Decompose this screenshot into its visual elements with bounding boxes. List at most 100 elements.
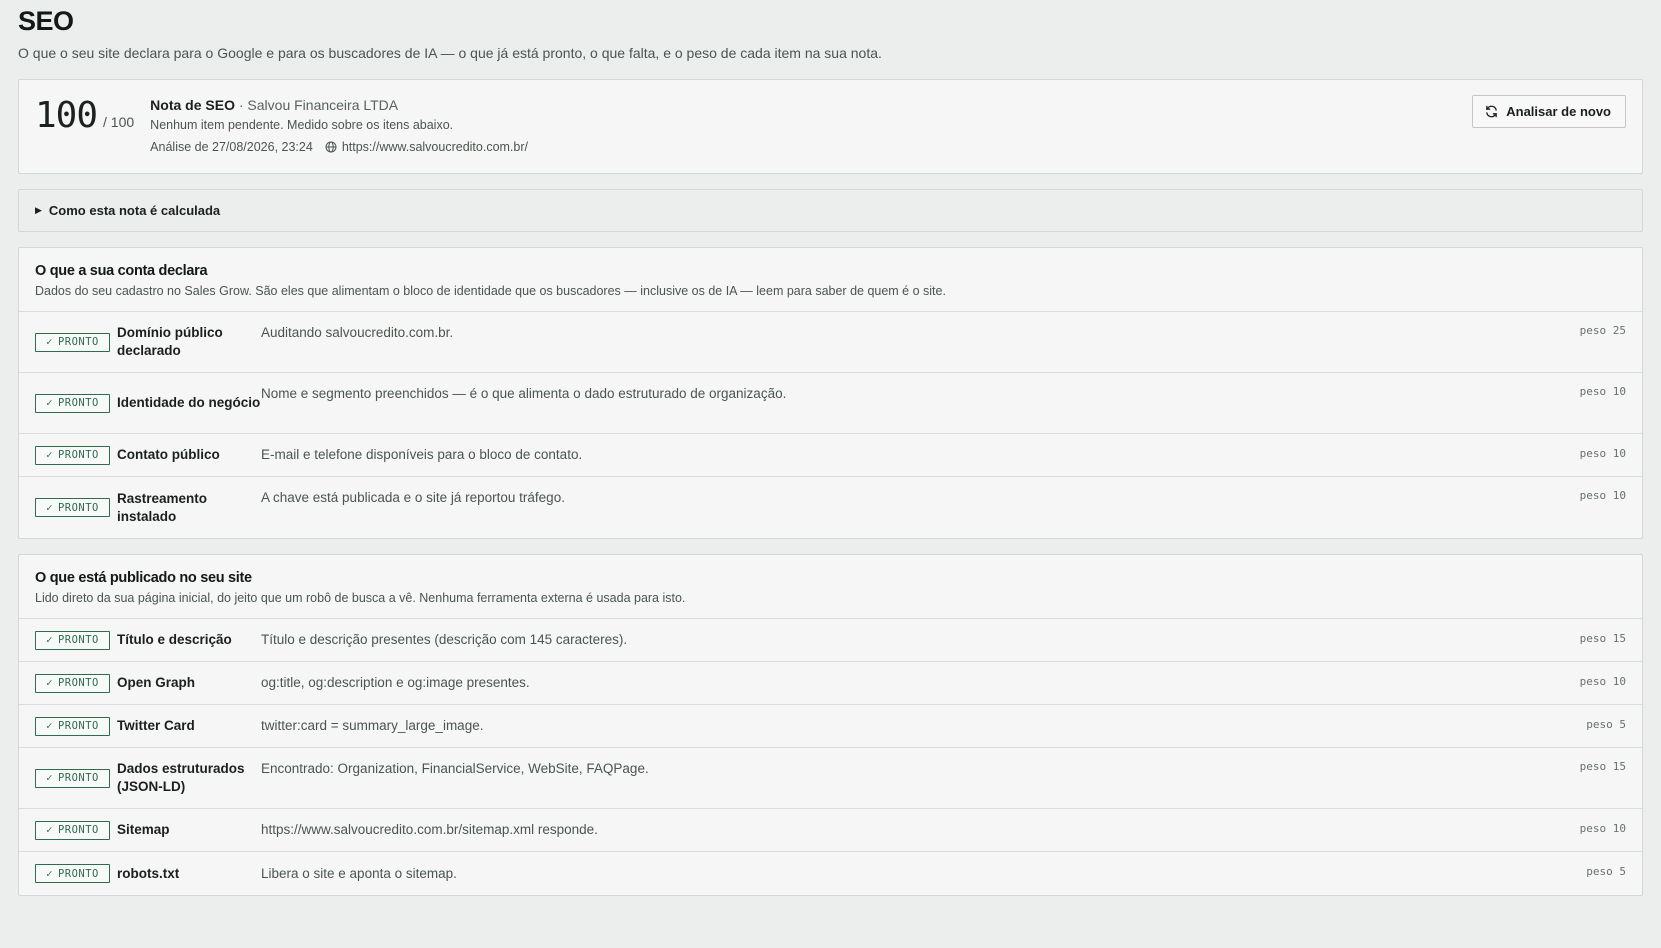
item-description: og:title, og:description e og:image pres…	[261, 675, 530, 690]
section-description: Dados do seu cadastro no Sales Grow. São…	[35, 284, 946, 298]
section-site: O que está publicado no seu site Lido di…	[18, 554, 1643, 896]
check-icon: ✓	[46, 720, 53, 732]
item-label: Identidade do negócio	[117, 395, 261, 410]
status-label: PRONTO	[57, 449, 99, 461]
status-badge: ✓ PRONTO	[35, 445, 110, 465]
check-icon: ✓	[46, 501, 53, 514]
item-weight: peso 15	[1579, 632, 1626, 645]
seo-page: SEO O que o seu site declara para o Goog…	[0, 0, 1661, 896]
item-label: Título e descrição	[117, 632, 232, 647]
section-header: O que está publicado no seu site Lido di…	[19, 555, 1642, 619]
item-description: E-mail e telefone disponíveis para o blo…	[261, 447, 583, 462]
site-url[interactable]: https://www.salvoucredito.com.br/	[342, 140, 528, 154]
score-separator: ·	[238, 97, 244, 113]
list-item: ✓ PRONTO Twitter Card twitter:card = summ…	[19, 705, 1642, 748]
score-max: / 100	[103, 114, 135, 130]
score-info: Nota de SEO · Salvou Financeira LTDA Nen…	[150, 96, 528, 173]
item-label: Twitter Card	[117, 718, 195, 733]
status-label: PRONTO	[57, 824, 99, 836]
status-badge: ✓ PRONTO	[35, 716, 110, 736]
section-title: O que está publicado no seu site	[35, 570, 252, 586]
reanalyze-button[interactable]: Analisar de novo	[1472, 95, 1626, 128]
section-title: O que a sua conta declara	[35, 263, 208, 279]
triangle-right-icon: ▶	[35, 205, 42, 215]
check-icon: ✓	[46, 772, 53, 784]
item-description: Auditando salvoucredito.com.br.	[261, 325, 454, 340]
score-description: Nenhum item pendente. Medido sobre os it…	[150, 118, 454, 132]
how-label: Como esta nota é calculada	[48, 203, 221, 218]
section-account: O que a sua conta declara Dados do seu c…	[18, 247, 1643, 539]
item-label: robots.txt	[117, 865, 180, 881]
item-weight: peso 5	[1586, 865, 1626, 878]
item-description: A chave está publicada e o site já repor…	[261, 490, 565, 505]
company-name: Salvou Financeira LTDA	[247, 97, 399, 113]
check-icon: ✓	[46, 634, 53, 646]
list-item: ✓ PRONTO Open Graph og:title, og:descript…	[19, 662, 1642, 705]
status-badge: ✓ PRONTO	[35, 673, 110, 693]
score-label: Nota de SEO	[150, 97, 235, 113]
page-title: SEO	[18, 6, 74, 36]
refresh-icon	[1485, 105, 1498, 118]
section-description: Lido direto da sua página inicial, do je…	[35, 591, 686, 605]
item-description: Encontrado: Organization, FinancialServi…	[261, 761, 649, 776]
list-item: ✓ PRONTO Título e descrição Título e desc…	[19, 619, 1642, 662]
item-description: Nome e segmento preenchidos — é o que al…	[261, 386, 787, 401]
score-value: 100	[35, 95, 98, 136]
item-weight: peso 25	[1579, 324, 1626, 337]
status-label: PRONTO	[57, 772, 99, 784]
check-icon: ✓	[46, 824, 53, 836]
status-badge: ✓ PRONTO	[35, 768, 110, 788]
status-badge: ✓ PRONTO	[35, 820, 110, 840]
score-heading: Nota de SEO · Salvou Financeira LTDA	[150, 96, 528, 114]
status-badge: ✓ PRONTO	[35, 332, 110, 352]
reanalyze-label: Analisar de novo	[1506, 104, 1611, 119]
list-item: ✓ PRONTO Identidade do negócio Nome e seg…	[19, 373, 1642, 434]
item-weight: peso 10	[1579, 385, 1626, 398]
item-label: Open Graph	[117, 675, 196, 690]
check-icon: ✓	[46, 867, 53, 880]
check-icon: ✓	[46, 677, 53, 689]
list-item: ✓ PRONTO Sitemap https://www.salvoucredit…	[19, 809, 1642, 852]
status-label: PRONTO	[57, 634, 99, 646]
status-badge: ✓ PRONTO	[35, 630, 110, 650]
list-item: ✓ PRONTO Contato público E-mail e telefon…	[19, 434, 1642, 477]
item-label: Rastreamento instalado	[117, 490, 208, 524]
check-icon: ✓	[46, 449, 53, 461]
section-header: O que a sua conta declara Dados do seu c…	[19, 248, 1642, 312]
status-badge: ✓ PRONTO	[35, 393, 110, 413]
item-weight: peso 10	[1579, 489, 1626, 502]
item-label: Contato público	[117, 447, 220, 462]
list-item: ✓ PRONTO Rastreamento instalado A chave e…	[19, 477, 1642, 538]
list-item: ✓ PRONTO robots.txt Libera o site e apont…	[19, 852, 1642, 895]
item-weight: peso 15	[1579, 760, 1626, 773]
status-label: PRONTO	[57, 336, 99, 348]
item-weight: peso 10	[1579, 675, 1626, 688]
item-label: Dados estruturados (JSON-LD)	[117, 761, 245, 794]
item-weight: peso 10	[1579, 822, 1626, 835]
item-label: Domínio público declarado	[117, 325, 223, 358]
item-weight: peso 5	[1586, 718, 1626, 731]
score-meta: Análise de 27/08/2026, 23:24 https://www…	[150, 140, 528, 154]
status-label: PRONTO	[57, 501, 99, 514]
status-label: PRONTO	[57, 720, 99, 732]
analysis-date: Análise de 27/08/2026, 23:24	[150, 140, 313, 154]
status-label: PRONTO	[57, 677, 99, 689]
score-card: 100 / 100 Nota de SEO · Salvou Financeir…	[18, 79, 1643, 174]
item-description: https://www.salvoucredito.com.br/sitemap…	[261, 822, 598, 837]
check-icon: ✓	[46, 336, 53, 348]
item-weight: peso 10	[1579, 447, 1626, 460]
item-description: Título e descrição presentes (descrição …	[261, 632, 628, 647]
item-description: Libera o site e aponta o sitemap.	[261, 865, 457, 881]
item-description: twitter:card = summary_large_image.	[261, 718, 484, 733]
status-badge: ✓ PRONTO	[35, 864, 110, 883]
item-label: Sitemap	[117, 822, 170, 837]
status-label: PRONTO	[57, 867, 99, 880]
how-score-calculated-toggle[interactable]: ▶ Como esta nota é calculada	[18, 189, 1643, 232]
page-subtitle: O que o seu site declara para o Google e…	[18, 45, 882, 61]
list-item: ✓ PRONTO Domínio público declarado Audita…	[19, 312, 1642, 373]
globe-icon	[325, 141, 337, 153]
status-label: PRONTO	[57, 397, 99, 409]
list-item: ✓ PRONTO Dados estruturados (JSON-LD) Enc…	[19, 748, 1642, 809]
status-badge: ✓ PRONTO	[35, 498, 110, 517]
check-icon: ✓	[46, 397, 53, 409]
